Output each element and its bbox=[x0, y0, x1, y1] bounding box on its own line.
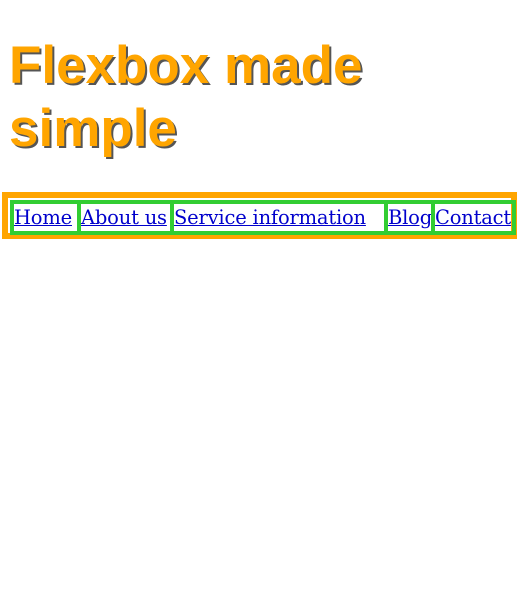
main-navigation: Home About us Service information Blog C… bbox=[2, 192, 517, 239]
nav-link-contact[interactable]: Contact bbox=[435, 204, 512, 231]
nav-list: Home About us Service information Blog C… bbox=[10, 200, 516, 235]
page: Flexbox made simple Home About us Servic… bbox=[0, 0, 521, 605]
nav-link-home[interactable]: Home bbox=[14, 204, 77, 231]
nav-item-home: Home bbox=[10, 200, 81, 235]
nav-item-contact: Contact bbox=[431, 200, 516, 235]
nav-item-service-information: Service information bbox=[170, 200, 388, 235]
nav-link-blog[interactable]: Blog bbox=[388, 204, 432, 231]
nav-link-service-information[interactable]: Service information bbox=[174, 204, 384, 231]
page-title: Flexbox made simple bbox=[9, 36, 363, 158]
nav-item-about-us: About us bbox=[77, 200, 174, 235]
nav-link-about-us[interactable]: About us bbox=[81, 204, 170, 231]
nav-item-blog: Blog bbox=[384, 200, 435, 235]
